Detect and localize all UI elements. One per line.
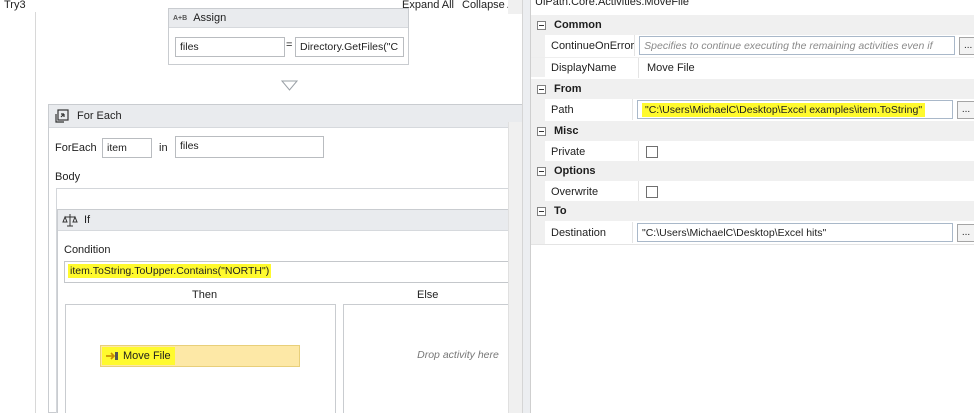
else-container[interactable]: Drop activity here [343, 304, 510, 413]
move-file-label: Move File [123, 350, 171, 362]
path-ellipsis-button[interactable]: ... [957, 100, 974, 119]
collapse-icon[interactable] [537, 166, 546, 176]
prop-row-path: Path "C:\Users\MichaelC\Desktop\Excel ex… [531, 99, 974, 120]
assign-activity[interactable]: A+B Assign files = Directory.GetFiles("C [168, 8, 409, 65]
displayname-value[interactable]: Move File [643, 62, 695, 74]
prop-name: Overwrite [531, 181, 639, 202]
prop-row-overwrite: Overwrite [531, 181, 974, 202]
if-title: If [84, 214, 91, 226]
if-icon [62, 214, 78, 227]
category-options[interactable]: Options [531, 161, 974, 181]
overwrite-checkbox[interactable] [646, 185, 658, 198]
drop-activity-hint: Drop activity here [417, 349, 499, 361]
workflow-title: Try3 [4, 0, 26, 11]
panel-splitter[interactable] [522, 0, 530, 413]
move-file-activity[interactable]: Move File [100, 345, 300, 367]
assign-title: Assign [193, 12, 227, 24]
destination-ellipsis-button[interactable]: ... [957, 223, 974, 242]
collapse-icon[interactable] [537, 20, 546, 30]
designer-scroll-corner [508, 0, 522, 14]
if-activity[interactable]: If Condition item.ToString.ToUpper.Conta… [57, 209, 510, 413]
private-checkbox[interactable] [646, 145, 658, 158]
collapse-icon[interactable] [537, 84, 546, 94]
condition-label: Condition [64, 244, 111, 256]
property-grid-bottom-border [531, 244, 974, 245]
properties-header: UiPath.Core.Activities.MoveFile [535, 0, 690, 8]
sequence-arrow-icon [281, 80, 298, 91]
category-label: To [554, 205, 567, 217]
properties-panel: UiPath.Core.Activities.MoveFile Common C… [530, 0, 974, 413]
move-file-icon [106, 352, 118, 360]
prop-name: DisplayName [531, 58, 639, 78]
move-file-highlight: Move File [102, 347, 175, 365]
condition-value: item.ToString.ToUpper.Contains("NORTH") [68, 264, 272, 278]
left-panel-strip [0, 12, 36, 413]
category-to[interactable]: To [531, 201, 974, 221]
category-misc[interactable]: Misc [531, 121, 974, 141]
prop-name: Path [531, 99, 633, 120]
foreach-in-label: in [159, 142, 168, 154]
expand-all-link[interactable]: Expand All [402, 0, 454, 11]
collapse-icon[interactable] [537, 126, 546, 136]
category-label: Common [554, 19, 602, 31]
prop-value-cell [639, 141, 974, 162]
foreach-activity[interactable]: For Each ForEach item in files Body If C… [48, 104, 522, 413]
assign-icon: A+B [173, 14, 188, 22]
path-input[interactable]: "C:\Users\MichaelC\Desktop\Excel example… [637, 100, 953, 119]
assign-to-field[interactable]: files [175, 37, 285, 57]
assign-equals: = [286, 39, 293, 51]
then-label: Then [192, 289, 218, 301]
prop-name: Destination [531, 222, 633, 243]
path-value: "C:\Users\MichaelC\Desktop\Excel example… [642, 102, 926, 117]
prop-row-private: Private [531, 141, 974, 162]
designer-vertical-scrollbar[interactable] [508, 122, 522, 413]
condition-field[interactable]: item.ToString.ToUpper.Contains("NORTH") [64, 261, 510, 283]
foreach-icon [55, 109, 69, 123]
prop-value-cell [639, 181, 974, 202]
category-label: From [554, 83, 582, 95]
prop-name: ContinueOnError [531, 35, 636, 56]
prop-value-cell: Move File [639, 58, 974, 78]
foreach-body-label: Body [55, 171, 81, 183]
category-common[interactable]: Common [531, 15, 974, 35]
prop-name: Private [531, 141, 639, 162]
foreach-label: ForEach [55, 142, 97, 154]
collapse-icon[interactable] [537, 206, 546, 216]
category-from[interactable]: From [531, 79, 974, 99]
category-label: Options [554, 165, 596, 177]
foreach-collection-field[interactable]: files [175, 136, 324, 158]
foreach-item-field[interactable]: item [102, 138, 152, 158]
continueonerror-input[interactable]: Specifies to continue executing the rema… [639, 36, 956, 55]
assign-header: A+B Assign [169, 9, 408, 28]
workflow-designer: Try3 Expand All Collapse All A+B Assign … [0, 0, 522, 413]
prop-value-cell: "C:\Users\MichaelC\Desktop\Excel example… [633, 99, 974, 120]
if-header: If [58, 210, 508, 231]
foreach-header: For Each [49, 105, 522, 128]
else-label: Else [417, 289, 439, 301]
prop-value-cell: "C:\Users\MichaelC\Desktop\Excel hits" .… [633, 222, 974, 243]
continueonerror-ellipsis-button[interactable]: ... [959, 36, 974, 55]
destination-input[interactable]: "C:\Users\MichaelC\Desktop\Excel hits" [637, 223, 953, 242]
prop-row-destination: Destination "C:\Users\MichaelC\Desktop\E… [531, 222, 974, 243]
prop-row-displayname: DisplayName Move File [531, 57, 974, 78]
then-container[interactable]: Move File [65, 304, 336, 413]
assign-value-field[interactable]: Directory.GetFiles("C [295, 37, 404, 57]
prop-value-cell: Specifies to continue executing the rema… [635, 35, 974, 56]
foreach-title: For Each [77, 110, 122, 122]
category-label: Misc [554, 125, 579, 137]
prop-row-continueonerror: ContinueOnError Specifies to continue ex… [531, 35, 974, 56]
